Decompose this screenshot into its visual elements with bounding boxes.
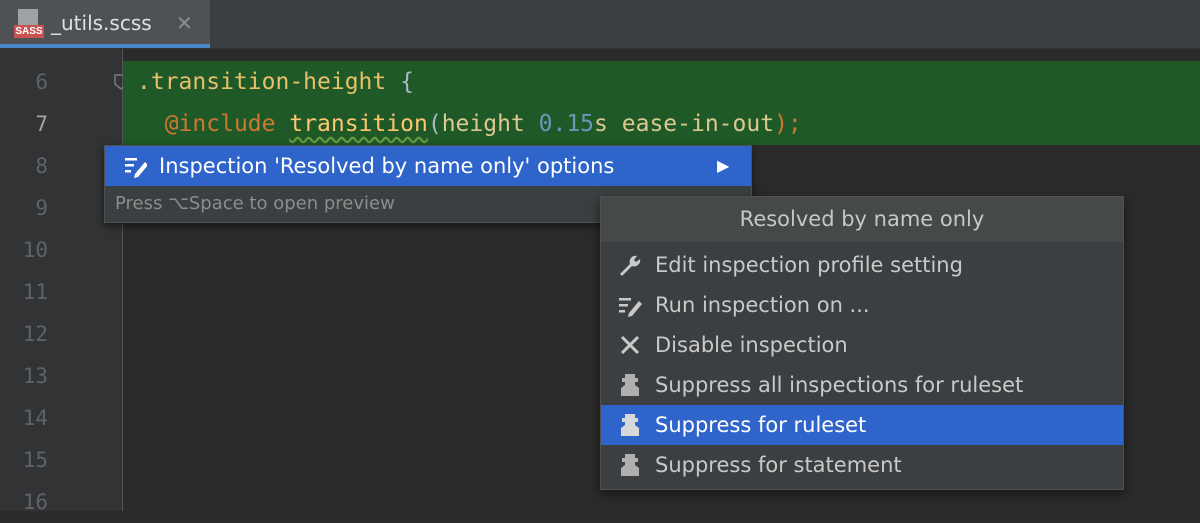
code-line-7[interactable]: @include transition(height 0.15s ease-in…	[137, 103, 802, 145]
arg-easing: ease-in-out	[621, 111, 775, 137]
menu-item-disable-inspection[interactable]: Disable inspection	[601, 325, 1123, 365]
include-keyword: @include	[164, 111, 276, 137]
line-number: 6	[35, 70, 48, 94]
sass-file-icon: SASS	[14, 9, 44, 39]
menu-item-run-inspection-on[interactable]: Run inspection on ...	[601, 285, 1123, 325]
suppress-icon	[621, 374, 639, 396]
css-selector: .transition-height	[137, 69, 387, 95]
suppress-icon	[621, 454, 639, 476]
line-number: 11	[22, 280, 48, 304]
preview-hint: Press ⌥Space to open preview	[115, 193, 395, 214]
menu-item-label: Run inspection on ...	[655, 293, 870, 317]
line-number: 12	[22, 322, 48, 346]
inspection-options-item[interactable]: Inspection 'Resolved by name only' optio…	[105, 146, 751, 186]
arg-unit: s	[594, 111, 608, 137]
menu-item-label: Suppress for ruleset	[655, 413, 867, 437]
submenu-title: Resolved by name only	[601, 197, 1123, 242]
line-number: 9	[35, 196, 48, 220]
close-icon[interactable]: ✕	[176, 10, 193, 36]
line-number: 15	[22, 448, 48, 472]
editor-tab-bar: SASS _utils.scss ✕	[0, 0, 1200, 49]
line-number: 10	[22, 238, 48, 262]
arg-height: height	[441, 111, 525, 137]
menu-item-suppress-all-for-ruleset[interactable]: Suppress all inspections for ruleset	[601, 365, 1123, 405]
menu-item-label: Edit inspection profile setting	[655, 253, 963, 277]
menu-item-suppress-for-ruleset[interactable]: Suppress for ruleset	[601, 405, 1123, 445]
tab-utils-scss[interactable]: SASS _utils.scss ✕	[0, 0, 210, 48]
suppress-icon	[621, 414, 639, 436]
wrench-icon	[620, 255, 641, 276]
arg-duration: 0.15	[538, 111, 595, 137]
menu-item-label: Disable inspection	[655, 333, 848, 357]
menu-item-label: Suppress for statement	[655, 453, 902, 477]
active-tab-indicator	[0, 44, 210, 48]
submenu-arrow-icon: ▶	[717, 156, 730, 175]
line-number-current: 7	[35, 112, 48, 136]
open-brace: {	[386, 69, 414, 95]
inspection-options-label: Inspection 'Resolved by name only' optio…	[159, 154, 615, 178]
edit-lines-icon	[125, 158, 147, 178]
close-paren: );	[774, 111, 802, 137]
menu-item-edit-profile-setting[interactable]: Edit inspection profile setting	[601, 245, 1123, 285]
line-number: 13	[22, 364, 48, 388]
menu-item-suppress-for-statement[interactable]: Suppress for statement	[601, 445, 1123, 485]
line-number: 8	[35, 154, 48, 178]
line-number: 16	[22, 490, 48, 514]
line-number-gutter: 6 7 8 9 10 11 12 13 14 15 16	[0, 49, 123, 514]
sass-badge: SASS	[14, 25, 44, 38]
edit-lines-icon	[619, 298, 642, 317]
line-number: 14	[22, 406, 48, 430]
open-paren: (	[427, 111, 442, 137]
code-line-6[interactable]: .transition-height {	[137, 61, 414, 103]
mixin-name-warning: transition	[289, 111, 428, 137]
tab-title: _utils.scss	[51, 11, 152, 35]
menu-item-label: Suppress all inspections for ruleset	[655, 373, 1024, 397]
inspection-submenu: Resolved by name only Edit inspection pr…	[600, 196, 1124, 490]
close-icon	[620, 335, 640, 355]
